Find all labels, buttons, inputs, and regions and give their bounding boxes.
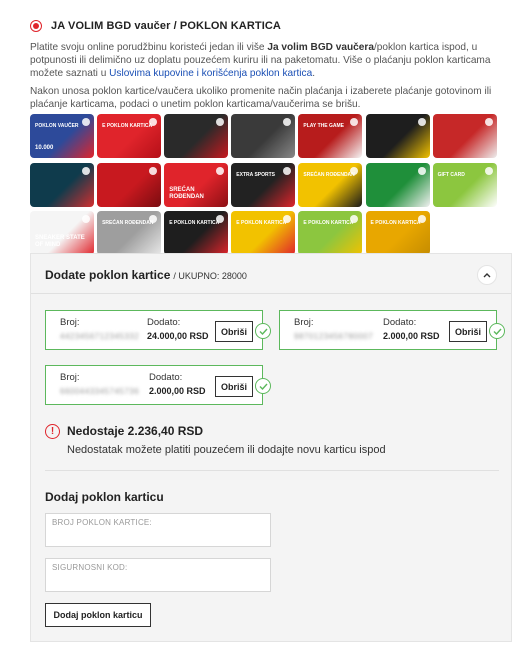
card-amount: 2.000,00 RSD bbox=[149, 386, 206, 396]
brand-logo-icon bbox=[283, 166, 292, 175]
brand-logo-icon bbox=[417, 118, 426, 126]
gift-card-thumbnail[interactable]: SREĆAN ROĐENDAN bbox=[97, 211, 162, 255]
panel-title-text: Dodate poklon kartice bbox=[45, 268, 171, 282]
payment-option-label: JA VOLIM BGD vaučer / POKLON KARTICA bbox=[51, 20, 281, 32]
check-icon bbox=[255, 323, 271, 339]
card-number-label: Broj: bbox=[294, 317, 314, 328]
check-icon bbox=[489, 323, 505, 339]
gift-card-caption: PLAY THE GAME bbox=[303, 123, 344, 129]
brand-logo-icon bbox=[216, 118, 225, 126]
added-card: Broj: 9870123456780007 Dodato: 2.000,00 … bbox=[279, 310, 505, 350]
gift-card-thumbnail[interactable] bbox=[97, 162, 162, 207]
card-number-input[interactable] bbox=[46, 514, 270, 546]
voucher-description: Platite svoju online porudžbinu koristeć… bbox=[30, 41, 510, 81]
brand-logo-icon bbox=[350, 118, 359, 126]
card-number-label: Broj: bbox=[60, 317, 80, 328]
add-card-button[interactable]: Dodaj poklon karticu bbox=[45, 603, 151, 627]
added-cards-panel: Dodate poklon kartice / UKUPNO: 28000 Bro… bbox=[30, 253, 512, 642]
gift-card-thumbnail[interactable]: E POKLON KARTICA bbox=[298, 211, 363, 255]
brand-logo-icon bbox=[484, 166, 493, 175]
gift-card-caption: E POKLON KARTICA bbox=[169, 220, 220, 226]
delete-card-button[interactable]: Obriši bbox=[215, 321, 253, 342]
description-text-1: Platite svoju online porudžbinu koristeć… bbox=[30, 42, 268, 53]
payment-option-voucher[interactable]: JA VOLIM BGD vaučer / POKLON KARTICA bbox=[30, 20, 281, 32]
brand-logo-icon bbox=[484, 118, 493, 126]
brand-logo-icon bbox=[82, 166, 90, 175]
radio-button-selected[interactable] bbox=[30, 20, 42, 32]
voucher-note: Nakon unosa poklon kartice/vaučera ukoli… bbox=[30, 86, 492, 111]
gift-card-thumbnail[interactable]: E POKLON KARTICA bbox=[365, 211, 430, 255]
brand-logo-icon bbox=[149, 166, 158, 175]
card-amount: 24.000,00 RSD bbox=[147, 331, 209, 341]
gift-card-thumbnail[interactable]: EXTRA SPORTS bbox=[231, 162, 296, 207]
card-number: 6600443345745736 bbox=[60, 387, 140, 396]
gift-card-caption: EXTRA SPORTS bbox=[236, 171, 276, 178]
gift-card-thumbnail[interactable]: PLAY THE GAME bbox=[298, 114, 363, 158]
gift-card-caption: E POKLON KARTICA bbox=[236, 220, 287, 226]
gift-card-thumbnail[interactable] bbox=[164, 114, 229, 158]
gift-card-thumbnail[interactable] bbox=[231, 114, 296, 158]
gift-card-thumbnail[interactable] bbox=[365, 114, 430, 158]
warning-title: Nedostaje 2.236,40 RSD bbox=[67, 424, 204, 438]
gift-card-subcaption: SNEAKER STATE OF MIND bbox=[35, 235, 85, 248]
security-code-field[interactable]: SIGURNOSNI KOD: bbox=[45, 558, 271, 592]
panel-header[interactable]: Dodate poklon kartice / UKUPNO: 28000 bbox=[31, 254, 511, 294]
radio-dot bbox=[33, 23, 39, 29]
brand-logo-icon bbox=[216, 166, 225, 175]
check-icon bbox=[255, 378, 271, 394]
brand-logo-icon bbox=[283, 118, 292, 126]
security-code-input[interactable] bbox=[46, 559, 270, 591]
card-number-label: Broj: bbox=[60, 372, 80, 383]
gift-card-subcaption: 10.000 bbox=[35, 145, 54, 151]
description-text-3: . bbox=[312, 68, 316, 80]
card-amount-label: Dodato: bbox=[149, 372, 183, 383]
gift-card-caption: SREĆAN ROĐENDAN bbox=[102, 220, 154, 226]
gift-card-thumbnail[interactable] bbox=[365, 162, 430, 207]
description-bold: Ja volim BGD vaučera bbox=[267, 42, 374, 53]
gift-card-thumbnail[interactable]: E POKLON KARTICA bbox=[231, 211, 296, 255]
gift-card-thumbnail[interactable]: E POKLON KARTICA bbox=[97, 114, 162, 158]
gift-card-caption: POKLON VAUČER bbox=[35, 123, 79, 129]
card-number: 4423456712345332 bbox=[60, 332, 140, 341]
gift-card-thumbnail[interactable]: SNEAKER STATE OF MIND bbox=[30, 211, 94, 255]
brand-logo-icon bbox=[82, 215, 90, 223]
add-card-title: Dodaj poklon karticu bbox=[45, 490, 164, 504]
gift-card-thumbnail[interactable]: E POKLON KARTICA bbox=[164, 211, 229, 255]
gift-card-thumbnail[interactable]: POKLON VAUČER 10.000 bbox=[30, 114, 94, 158]
panel-total: / UKUPNO: 28000 bbox=[173, 271, 247, 281]
card-amount-label: Dodato: bbox=[383, 317, 417, 328]
gift-card-thumbnail[interactable]: SREĆAN ROĐENDAN bbox=[298, 162, 363, 207]
added-card: Broj: 4423456712345332 Dodato: 24.000,00… bbox=[45, 310, 271, 350]
panel-title: Dodate poklon kartice / UKUPNO: 28000 bbox=[45, 268, 247, 282]
gift-card-thumbnail[interactable] bbox=[432, 114, 497, 158]
card-number-field[interactable]: BROJ POKLON KARTICE: bbox=[45, 513, 271, 547]
gift-card-caption: E POKLON KARTICA bbox=[303, 220, 354, 226]
added-card: Broj: 6600443345745736 Dodato: 2.000,00 … bbox=[45, 365, 271, 405]
brand-logo-icon bbox=[417, 166, 426, 175]
alert-icon: ! bbox=[45, 424, 60, 439]
terms-link[interactable]: Uslovima kupovine i korišćenja poklon ka… bbox=[109, 68, 312, 79]
divider bbox=[45, 470, 499, 471]
gift-card-caption: SREĆAN ROĐENDAN bbox=[303, 171, 355, 178]
card-number: 9870123456780007 bbox=[294, 332, 374, 341]
brand-logo-icon bbox=[82, 118, 90, 126]
gift-card-caption: E POKLON KARTICA bbox=[370, 220, 421, 226]
delete-card-button[interactable]: Obriši bbox=[215, 376, 253, 397]
warning-text: Nedostatak možete platiti pouzećem ili d… bbox=[67, 444, 386, 456]
delete-card-button[interactable]: Obriši bbox=[449, 321, 487, 342]
card-amount-label: Dodato: bbox=[147, 317, 181, 328]
gift-card-thumbnail[interactable]: GIFT CARD bbox=[432, 162, 497, 207]
gift-card-caption: GIFT CARD bbox=[437, 171, 465, 178]
gift-card-thumbnail[interactable]: SREĆAN ROĐENDAN bbox=[164, 162, 229, 207]
gift-card-caption: E POKLON KARTICA bbox=[102, 123, 153, 129]
gift-card-thumbnail[interactable] bbox=[30, 162, 94, 207]
chevron-up-icon[interactable] bbox=[477, 265, 497, 285]
gift-card-subcaption: SREĆAN ROĐENDAN bbox=[169, 186, 204, 200]
card-amount: 2.000,00 RSD bbox=[383, 331, 440, 341]
